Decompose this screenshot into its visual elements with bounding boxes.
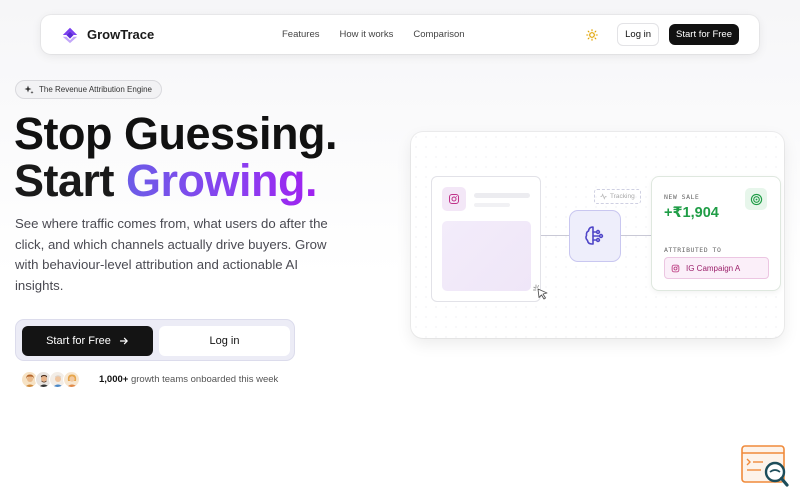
post-placeholder-line — [474, 193, 530, 198]
top-navbar: GrowTrace Features How it works Comparis… — [41, 15, 759, 54]
hero-cta-group: Start for Free Log in — [15, 319, 295, 361]
sun-icon-svg — [586, 28, 598, 41]
brand-logo[interactable]: GrowTrace — [61, 26, 154, 44]
hero-title: Stop Guessing. Start Growing. — [14, 108, 338, 204]
campaign-chip: IG Campaign A — [664, 257, 769, 279]
hero-badge-label: The Revenue Attribution Engine — [39, 85, 152, 94]
campaign-name: IG Campaign A — [686, 263, 741, 273]
social-proof: 1,000+ growth teams onboarded this week — [21, 371, 278, 388]
logo-icon — [62, 27, 78, 43]
sale-label: NEW SALE — [664, 193, 700, 201]
hero-title-growing: Growing. — [126, 155, 318, 206]
post-image-placeholder — [442, 221, 531, 291]
hub-node — [569, 210, 621, 262]
hero-start-label: Start for Free — [46, 335, 111, 347]
nav-link-comparison[interactable]: Comparison — [413, 29, 464, 40]
new-sale-card: NEW SALE +₹1,904 ATTRIBUTED TO IG Campai… — [651, 176, 781, 291]
nav-start-button[interactable]: Start for Free — [669, 24, 739, 45]
sale-amount: +₹1,904 — [664, 205, 719, 221]
social-proof-label: growth teams onboarded this week — [128, 374, 279, 385]
hub-icon — [585, 226, 604, 245]
pulse-icon — [600, 193, 607, 200]
search-widget-icon[interactable] — [741, 444, 791, 490]
arrow-right-icon — [119, 337, 128, 345]
instagram-icon — [671, 264, 680, 272]
avatar-person-icon — [66, 374, 77, 387]
hero-title-line1: Stop Guessing. — [14, 108, 338, 159]
attribution-visual-card: Tracking NEW SALE +₹1,904 ATTRIBUTED TO … — [411, 132, 784, 338]
target-icon-svg — [750, 193, 762, 205]
attributed-label: ATTRIBUTED TO — [664, 246, 722, 254]
target-icon — [745, 188, 767, 210]
social-proof-text: 1,000+ growth teams onboarded this week — [99, 374, 278, 385]
nav-actions: Log in Start for Free — [585, 15, 739, 54]
avatar-stack — [21, 371, 80, 388]
tracking-tag: Tracking — [594, 189, 641, 204]
cursor-icon — [533, 284, 548, 300]
avatar — [63, 371, 80, 388]
tracking-label: Tracking — [610, 193, 635, 200]
hero-start-button[interactable]: Start for Free — [22, 326, 153, 356]
sparkle-icon — [24, 85, 34, 94]
hero-badge: The Revenue Attribution Engine — [15, 80, 162, 99]
nav-login-button[interactable]: Log in — [617, 23, 660, 46]
post-placeholder-line — [474, 203, 510, 207]
instagram-post-card — [431, 176, 541, 302]
instagram-icon-svg — [449, 194, 459, 204]
nav-links: Features How it works Comparison — [282, 15, 465, 54]
nav-link-how-it-works[interactable]: How it works — [340, 29, 394, 40]
brand-name: GrowTrace — [87, 27, 155, 42]
hero-title-start: Start — [14, 155, 115, 206]
instagram-icon — [442, 187, 466, 211]
hero-title-line2: Start Growing. — [14, 157, 337, 204]
hero-description: See where traffic comes from, what users… — [15, 216, 328, 293]
sun-icon[interactable] — [585, 28, 599, 42]
nav-link-features[interactable]: Features — [282, 29, 320, 40]
hero-login-button[interactable]: Log in — [159, 326, 290, 356]
social-proof-count: 1,000+ — [99, 374, 129, 385]
